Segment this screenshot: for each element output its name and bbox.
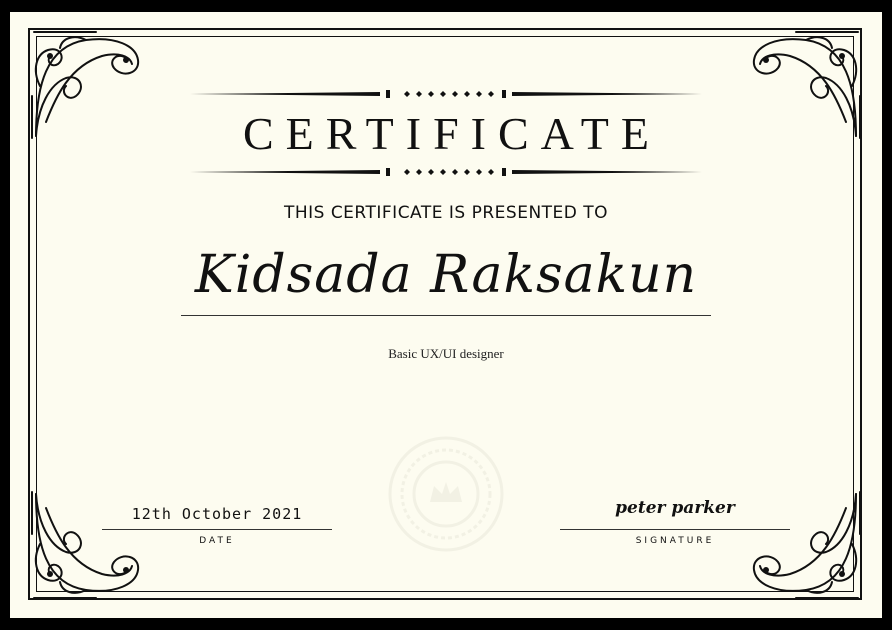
- recipient-underline: [181, 315, 711, 316]
- decorative-divider-icon: [190, 168, 702, 176]
- date-value: 12th October 2021: [131, 505, 303, 523]
- date-line: [102, 529, 332, 530]
- watermark-seal-icon: [388, 436, 504, 552]
- presented-to-text: THIS CERTIFICATE IS PRESENTED TO: [283, 203, 609, 223]
- flourish-ornament-icon: [752, 31, 861, 139]
- signature-value: peter parker: [615, 498, 735, 518]
- date-label: DATE: [199, 536, 235, 546]
- recipient-name: Kidsada Raksakun: [194, 245, 698, 305]
- decorative-divider-icon: [190, 90, 702, 98]
- signature-line: [560, 529, 790, 530]
- signature-label: SIGNATURE: [635, 536, 715, 546]
- course-name: Basic UX/UI designer: [388, 346, 504, 361]
- certificate-title: CERTIFICATE: [242, 108, 662, 159]
- certificate-page: CERTIFICATE THIS CERTIFICATE IS PRESENTE…: [0, 0, 892, 630]
- flourish-ornament-icon: [31, 31, 140, 139]
